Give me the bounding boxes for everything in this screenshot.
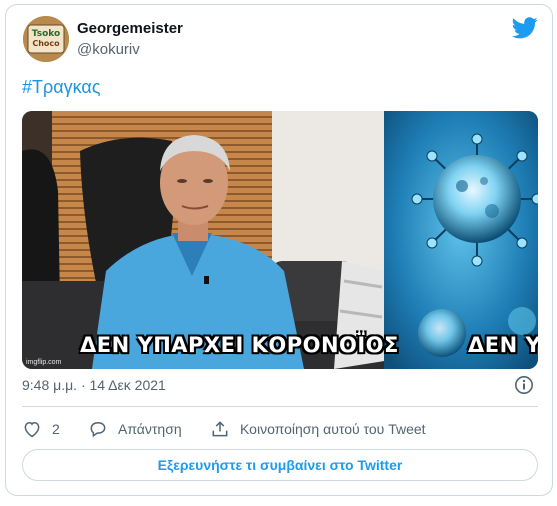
author-display-name[interactable]: Georgemeister [77,20,183,37]
twitter-bird-icon[interactable] [512,17,538,39]
avatar-text-1: Tsoko [32,29,60,39]
avatar-text-2: Choco [32,39,60,48]
share-label: Κοινοποίηση αυτού του Tweet [240,421,426,437]
info-icon[interactable] [514,375,534,395]
hashtag-link[interactable]: #Τραγκας [22,77,101,98]
share-button[interactable]: Κοινοποίηση αυτού του Tweet [210,417,426,441]
like-button[interactable]: 2 [22,417,60,441]
avatar[interactable]: Tsoko Choco [23,16,69,62]
explore-twitter-button[interactable]: Εξερευνήστε τι συμβαίνει στο Twitter [22,449,538,481]
reply-button[interactable]: Απάντηση [88,417,182,441]
heart-icon [24,421,40,438]
meme-image [22,111,538,369]
author-handle[interactable]: @kokuriv [77,41,140,58]
reply-label: Απάντηση [118,421,182,437]
imgflip-watermark: imgflip.com [26,359,62,366]
meme-caption-left: ΔΕΝ ΥΠΑΡΧΕΙ ΚΟΡΟΝΟΪΟΣ [80,333,399,357]
reply-bubble-icon [90,421,106,438]
tweet-media-image[interactable]: ΔΕΝ ΥΠΑΡΧΕΙ ΚΟΡΟΝΟΪΟΣ ΔΕΝ ΥΠ imgflip.com [22,111,538,369]
avatar-image: Tsoko Choco [23,16,69,62]
divider [22,406,538,407]
tweet-card: Tsoko Choco Georgemeister @kokuriv #Τραγ… [5,4,553,496]
tweet-timestamp[interactable]: 9:48 μ.μ. · 14 Δεκ 2021 [22,377,166,393]
like-count: 2 [52,421,60,437]
share-icon [212,421,228,437]
meme-caption-right: ΔΕΝ ΥΠ [468,333,538,357]
